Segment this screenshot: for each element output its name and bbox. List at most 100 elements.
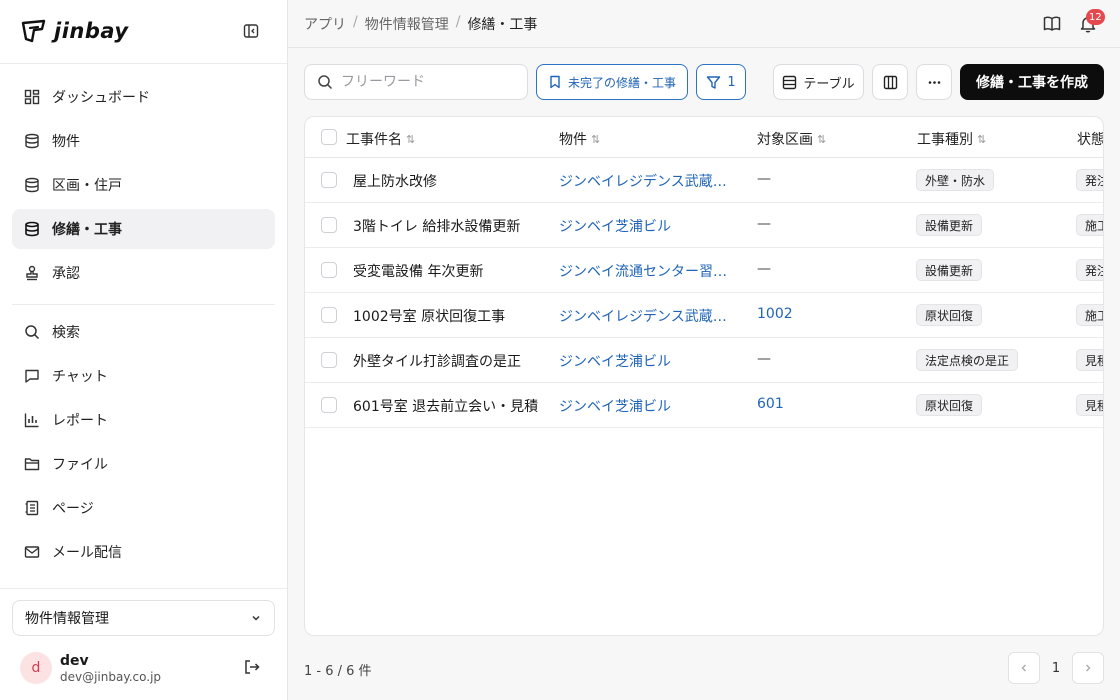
- row-checkbox[interactable]: [321, 217, 337, 233]
- table-row[interactable]: 受変電設備 年次更新 ジンベイ流通センター習… — 設備更新 発注: [305, 248, 1103, 293]
- sidebar-item-label: レポート: [52, 413, 108, 429]
- sidebar-item-label: ファイル: [52, 457, 108, 473]
- database-icon: [25, 177, 39, 193]
- cell-name: 3階トイレ 給排水設備更新: [353, 219, 521, 235]
- column-header-property[interactable]: 物件 ⇅: [559, 129, 600, 149]
- table-row[interactable]: 601号室 退去前立会い・見積 ジンベイ芝浦ビル 601 原状回復 見積: [305, 383, 1103, 428]
- status-badge: 発注: [1076, 169, 1103, 191]
- cell-unit-link[interactable]: 1002: [757, 306, 793, 322]
- breadcrumb-separator: /: [353, 14, 358, 30]
- secondary-nav: 検索 チャット レポート ファイル ページ メール配信: [12, 312, 275, 576]
- sidebar-item-files[interactable]: ファイル: [12, 444, 275, 484]
- row-checkbox[interactable]: [321, 397, 337, 413]
- sidebar-item-properties[interactable]: 物件: [12, 121, 275, 161]
- breadcrumb-current: 修繕・工事: [467, 17, 538, 33]
- row-checkbox[interactable]: [321, 262, 337, 278]
- type-tag: 外壁・防水: [916, 169, 995, 191]
- bookmark-icon: [550, 75, 560, 89]
- sidebar-item-mail[interactable]: メール配信: [12, 532, 275, 572]
- breadcrumb-apps[interactable]: アプリ: [304, 14, 346, 34]
- user-profile: d dev dev@jinbay.co.jp: [20, 648, 265, 688]
- stamp-icon: [26, 265, 38, 281]
- sidebar: jinbay ダッシュボード 物件 区画・住戸 修繕・工事 承認 検索 チャット…: [0, 0, 288, 700]
- view-type-button[interactable]: テーブル: [773, 64, 864, 100]
- column-label: 対象区画: [757, 132, 813, 148]
- columns-button[interactable]: [872, 64, 908, 100]
- table-row[interactable]: 1002号室 原状回復工事 ジンベイレジデンス武蔵… 1002 原状回復 施工: [305, 293, 1103, 338]
- primary-nav: ダッシュボード 物件 区画・住戸 修繕・工事 承認: [12, 77, 275, 297]
- logout-icon[interactable]: [243, 658, 261, 676]
- sidebar-item-repairs[interactable]: 修繕・工事: [12, 209, 275, 249]
- collapse-sidebar-button[interactable]: [240, 20, 262, 42]
- column-header-name[interactable]: 工事件名 ⇅: [346, 129, 415, 149]
- row-checkbox[interactable]: [321, 352, 337, 368]
- cell-unit-link[interactable]: 601: [757, 396, 784, 412]
- row-checkbox[interactable]: [321, 307, 337, 323]
- search-icon: [318, 75, 333, 90]
- page-number[interactable]: 1: [1040, 652, 1072, 684]
- cell-name: 601号室 退去前立会い・見積: [353, 399, 539, 415]
- jinbay-logo-icon: [21, 19, 46, 43]
- table-icon: [783, 75, 797, 89]
- search-icon: [25, 325, 40, 340]
- row-checkbox[interactable]: [321, 172, 337, 188]
- table-row[interactable]: 屋上防水改修 ジンベイレジデンス武蔵… — 外壁・防水 発注: [305, 158, 1103, 203]
- sidebar-item-label: 検索: [52, 325, 80, 341]
- column-header-unit[interactable]: 対象区画 ⇅: [757, 129, 826, 149]
- cell-property-link[interactable]: ジンベイ芝浦ビル: [559, 396, 671, 416]
- select-all-checkbox[interactable]: [321, 129, 337, 145]
- sidebar-divider: [0, 63, 287, 64]
- status-badge: 施工: [1076, 304, 1103, 326]
- cell-property-link[interactable]: ジンベイレジデンス武蔵…: [559, 171, 727, 191]
- cell-property-link[interactable]: ジンベイ芝浦ビル: [559, 351, 671, 371]
- cell-property-link[interactable]: ジンベイレジデンス武蔵…: [559, 306, 727, 326]
- user-info: dev dev@jinbay.co.jp: [60, 653, 161, 684]
- workspace-select[interactable]: 物件情報管理: [12, 600, 275, 636]
- column-label: 状態: [1077, 132, 1104, 148]
- book-icon[interactable]: [1042, 14, 1062, 34]
- user-name: dev: [60, 652, 89, 669]
- sidebar-item-approvals[interactable]: 承認: [12, 253, 275, 293]
- sidebar-item-reports[interactable]: レポート: [12, 400, 275, 440]
- more-options-button[interactable]: [916, 64, 952, 100]
- cell-unit: —: [757, 351, 771, 367]
- search-input[interactable]: [341, 74, 511, 90]
- page-icon: [25, 500, 39, 516]
- database-icon: [25, 221, 39, 237]
- cell-name: 外壁タイル打診調査の是正: [353, 354, 521, 370]
- sidebar-toggle-icon: [243, 24, 259, 38]
- table-row[interactable]: 3階トイレ 給排水設備更新 ジンベイ芝浦ビル — 設備更新 施工: [305, 203, 1103, 248]
- cell-property-link[interactable]: ジンベイ芝浦ビル: [559, 216, 671, 236]
- column-header-type[interactable]: 工事種別 ⇅: [917, 129, 986, 149]
- status-badge: 見積: [1076, 349, 1103, 371]
- breadcrumb: アプリ / 物件情報管理 / 修繕・工事: [304, 14, 537, 34]
- create-repair-button[interactable]: 修繕・工事を作成: [960, 64, 1104, 100]
- avatar[interactable]: d: [20, 652, 52, 684]
- chevron-right-icon: [1086, 664, 1091, 672]
- database-icon: [25, 133, 39, 149]
- sidebar-item-search[interactable]: 検索: [12, 312, 275, 352]
- brand-logo[interactable]: jinbay: [20, 14, 129, 48]
- breadcrumb-separator: /: [455, 14, 461, 30]
- breadcrumb-workspace[interactable]: 物件情報管理: [365, 14, 449, 34]
- saved-view-button[interactable]: 未完了の修繕・工事: [536, 64, 688, 100]
- prev-page-button[interactable]: [1008, 652, 1040, 684]
- column-header-status[interactable]: 状態: [1077, 129, 1104, 149]
- filter-button[interactable]: 1: [696, 64, 746, 100]
- columns-icon: [883, 75, 897, 89]
- table-header: 工事件名 ⇅ 物件 ⇅ 対象区画 ⇅ 工事種別 ⇅ 状態: [305, 117, 1104, 158]
- sidebar-item-dashboard[interactable]: ダッシュボード: [12, 77, 275, 117]
- brand-name: jinbay: [54, 19, 129, 43]
- sidebar-item-label: 承認: [52, 266, 80, 282]
- type-tag: 設備更新: [916, 259, 983, 281]
- cell-name: 屋上防水改修: [353, 174, 437, 190]
- next-page-button[interactable]: [1072, 652, 1104, 684]
- sidebar-item-label: 物件: [52, 134, 80, 150]
- sidebar-item-pages[interactable]: ページ: [12, 488, 275, 528]
- mail-icon: [24, 546, 40, 558]
- sidebar-item-chat[interactable]: チャット: [12, 356, 275, 396]
- table-row[interactable]: 外壁タイル打診調査の是正 ジンベイ芝浦ビル — 法定点検の是正 見積: [305, 338, 1103, 383]
- record-count: 1 - 6 / 6 件: [304, 664, 372, 679]
- sidebar-item-units[interactable]: 区画・住戸: [12, 165, 275, 205]
- cell-property-link[interactable]: ジンベイ流通センター習…: [559, 261, 727, 281]
